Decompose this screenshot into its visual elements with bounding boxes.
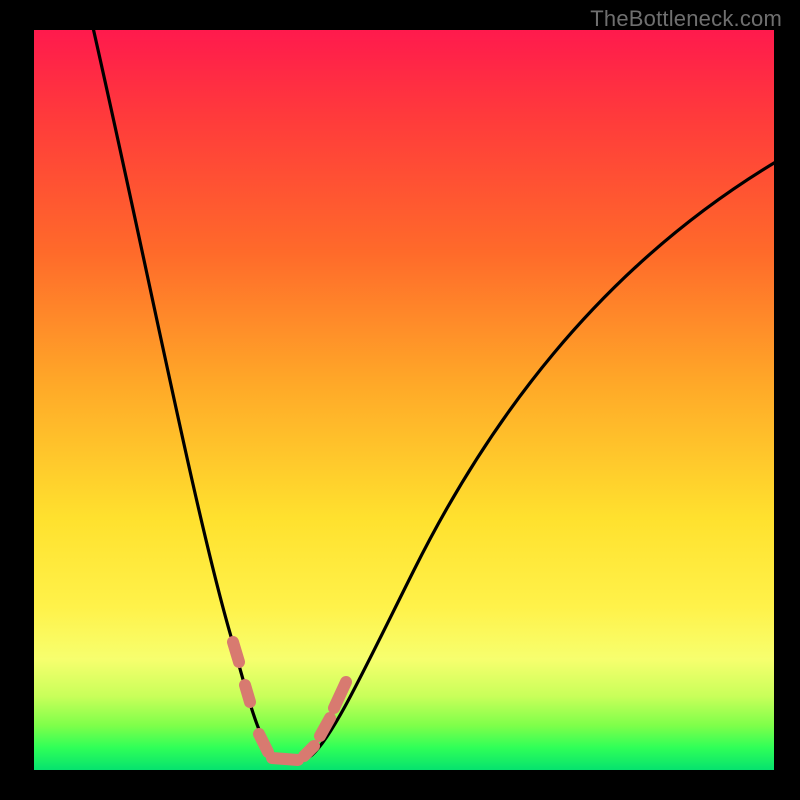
bottleneck-curve (89, 10, 779, 763)
watermark-text: TheBottleneck.com (590, 6, 782, 32)
plot-area (34, 30, 774, 770)
marker-dot (304, 746, 314, 756)
valley-markers (233, 642, 346, 760)
bottleneck-curve-svg (34, 30, 774, 770)
marker-dot (245, 685, 250, 702)
marker-dot (334, 682, 346, 708)
chart-frame: TheBottleneck.com (0, 0, 800, 800)
marker-dot (259, 734, 268, 752)
marker-dot (233, 642, 239, 662)
marker-dot (272, 758, 298, 760)
